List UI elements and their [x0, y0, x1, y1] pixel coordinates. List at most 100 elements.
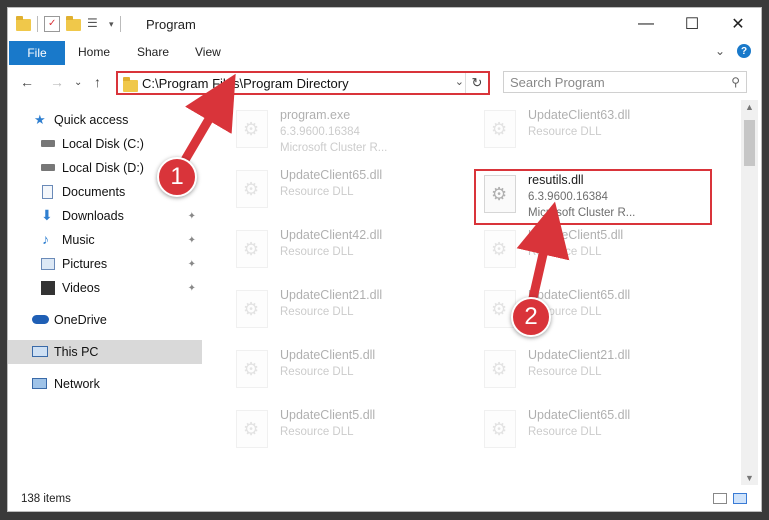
- search-input[interactable]: Search Program ⚲: [503, 71, 747, 93]
- sidebar-item-label: Music: [62, 233, 95, 247]
- list-item[interactable]: UpdateClient5.dll Resource DLL: [230, 344, 470, 398]
- dll-file-icon: [236, 170, 268, 208]
- sidebar-item-videos[interactable]: Videos ✦: [8, 276, 202, 300]
- file-name: UpdateClient21.dll: [528, 348, 631, 362]
- recent-locations-button[interactable]: ⌄: [74, 77, 82, 88]
- file-type: Resource DLL: [280, 426, 354, 438]
- search-icon[interactable]: ⚲: [731, 75, 740, 89]
- sidebar-item-label: Local Disk (C:): [62, 137, 144, 151]
- ribbon-controls: ⌄ ?: [715, 44, 751, 58]
- list-item[interactable]: UpdateClient5.dll Resource DLL: [478, 224, 718, 278]
- ribbon-tabs: File Home Share View ⌄ ?: [8, 40, 761, 67]
- sidebar-item-network[interactable]: Network: [8, 372, 202, 396]
- up-button[interactable]: ↑: [94, 74, 101, 90]
- computer-icon: [32, 346, 48, 357]
- scroll-up-icon[interactable]: ▲: [745, 102, 754, 112]
- scroll-down-icon[interactable]: ▼: [745, 473, 754, 483]
- back-button[interactable]: ←: [20, 74, 34, 90]
- exe-file-icon: [236, 110, 268, 148]
- dll-file-icon: [484, 410, 516, 448]
- address-bar[interactable]: C:\Program Files\Program Directory ⌄ ↻: [116, 71, 490, 95]
- scrollbar-thumb[interactable]: [744, 120, 755, 166]
- file-name: UpdateClient5.dll: [280, 348, 376, 362]
- dll-file-icon: [236, 230, 268, 268]
- view-toggle: [713, 493, 747, 504]
- window-controls: — ☐ ✕: [623, 8, 761, 40]
- search-placeholder: Search Program: [510, 75, 605, 90]
- expand-ribbon-icon[interactable]: ⌄: [715, 44, 725, 58]
- list-item-resutils[interactable]: resutils.dll 6.3.9600.16384 Microsoft Cl…: [478, 169, 718, 223]
- list-item[interactable]: program.exe 6.3.9600.16384 Microsoft Clu…: [230, 104, 470, 158]
- dll-file-icon: [484, 175, 516, 213]
- file-type: Resource DLL: [528, 366, 602, 378]
- dll-file-icon: [236, 410, 268, 448]
- cloud-icon: [32, 315, 49, 324]
- list-item[interactable]: UpdateClient21.dll Resource DLL: [230, 284, 470, 338]
- file-name: UpdateClient21.dll: [280, 288, 383, 302]
- sidebar-item-pictures[interactable]: Pictures ✦: [8, 252, 202, 276]
- minimize-button[interactable]: —: [623, 8, 669, 40]
- picture-icon: [41, 258, 55, 270]
- file-version: 6.3.9600.16384: [528, 191, 608, 203]
- sidebar-item-this-pc[interactable]: This PC: [8, 340, 202, 364]
- download-icon: ⬇: [41, 207, 53, 223]
- refresh-button[interactable]: ↻: [465, 73, 488, 93]
- navigation-bar: ← → ⌄ ↑ C:\Program Files\Program Directo…: [8, 66, 761, 98]
- tiles-view-icon[interactable]: [733, 493, 747, 504]
- list-item[interactable]: UpdateClient65.dll Resource DLL: [230, 164, 470, 218]
- forward-button[interactable]: →: [50, 74, 64, 90]
- view-options-icon[interactable]: ☰: [87, 16, 103, 32]
- dll-file-icon: [236, 350, 268, 388]
- sidebar-item-music[interactable]: ♪ Music ✦: [8, 228, 202, 252]
- pin-icon[interactable]: ✦: [188, 283, 196, 294]
- sidebar-item-local-disk-c[interactable]: Local Disk (C:): [8, 132, 202, 156]
- file-name: resutils.dll: [528, 173, 584, 187]
- callout-step-2: 2: [511, 297, 551, 337]
- sidebar-item-downloads[interactable]: ⬇ Downloads ✦: [8, 204, 202, 228]
- file-name: UpdateClient5.dll: [528, 228, 624, 242]
- sidebar-item-label: Documents: [62, 185, 126, 199]
- file-name: UpdateClient5.dll: [280, 408, 376, 422]
- customize-toolbar-icon[interactable]: ▾: [109, 19, 114, 30]
- help-icon[interactable]: ?: [737, 44, 751, 58]
- quick-access-toolbar: ✓ ☰ ▾: [16, 16, 121, 32]
- list-item[interactable]: UpdateClient21.dll Resource DLL: [478, 344, 718, 398]
- list-item[interactable]: UpdateClient65.dll Resource DLL: [478, 404, 718, 458]
- file-type: Resource DLL: [280, 246, 354, 258]
- maximize-button[interactable]: ☐: [669, 8, 715, 40]
- file-list: program.exe 6.3.9600.16384 Microsoft Clu…: [204, 100, 740, 485]
- pin-icon[interactable]: ✦: [188, 235, 196, 246]
- callout-step-1: 1: [157, 157, 197, 197]
- pin-icon[interactable]: ✦: [188, 259, 196, 270]
- details-view-icon[interactable]: [713, 493, 727, 504]
- tab-view[interactable]: View: [195, 45, 221, 59]
- tab-share[interactable]: Share: [137, 45, 169, 59]
- address-dropdown-icon[interactable]: ⌄: [455, 75, 464, 88]
- tab-home[interactable]: Home: [78, 45, 110, 59]
- drive-icon: [41, 164, 55, 171]
- list-item[interactable]: UpdateClient63.dll Resource DLL: [478, 104, 718, 158]
- sidebar-item-quick-access[interactable]: ★ Quick access: [8, 108, 202, 132]
- sidebar-item-label: This PC: [54, 345, 99, 359]
- tab-file[interactable]: File: [9, 41, 65, 65]
- folder-icon: [123, 77, 138, 92]
- file-name: UpdateClient42.dll: [280, 228, 383, 242]
- dll-file-icon: [236, 290, 268, 328]
- sidebar-item-label: Pictures: [62, 257, 108, 271]
- close-button[interactable]: ✕: [715, 8, 761, 40]
- dll-file-icon: [484, 350, 516, 388]
- new-folder-icon[interactable]: [66, 16, 81, 31]
- item-count: 138 items: [21, 493, 71, 505]
- title-bar: ✓ ☰ ▾ Program — ☐ ✕: [8, 8, 761, 40]
- address-path[interactable]: C:\Program Files\Program Directory: [142, 76, 349, 91]
- list-item[interactable]: UpdateClient5.dll Resource DLL: [230, 404, 470, 458]
- file-type: Resource DLL: [280, 186, 354, 198]
- file-name: UpdateClient65.dll: [528, 288, 631, 302]
- pin-icon[interactable]: ✦: [188, 211, 196, 222]
- sidebar-item-onedrive[interactable]: OneDrive: [8, 308, 202, 332]
- video-icon: [41, 281, 55, 295]
- vertical-scrollbar[interactable]: ▲ ▼: [741, 100, 758, 485]
- properties-icon[interactable]: ✓: [44, 16, 60, 32]
- list-item[interactable]: UpdateClient42.dll Resource DLL: [230, 224, 470, 278]
- star-icon: ★: [34, 112, 46, 127]
